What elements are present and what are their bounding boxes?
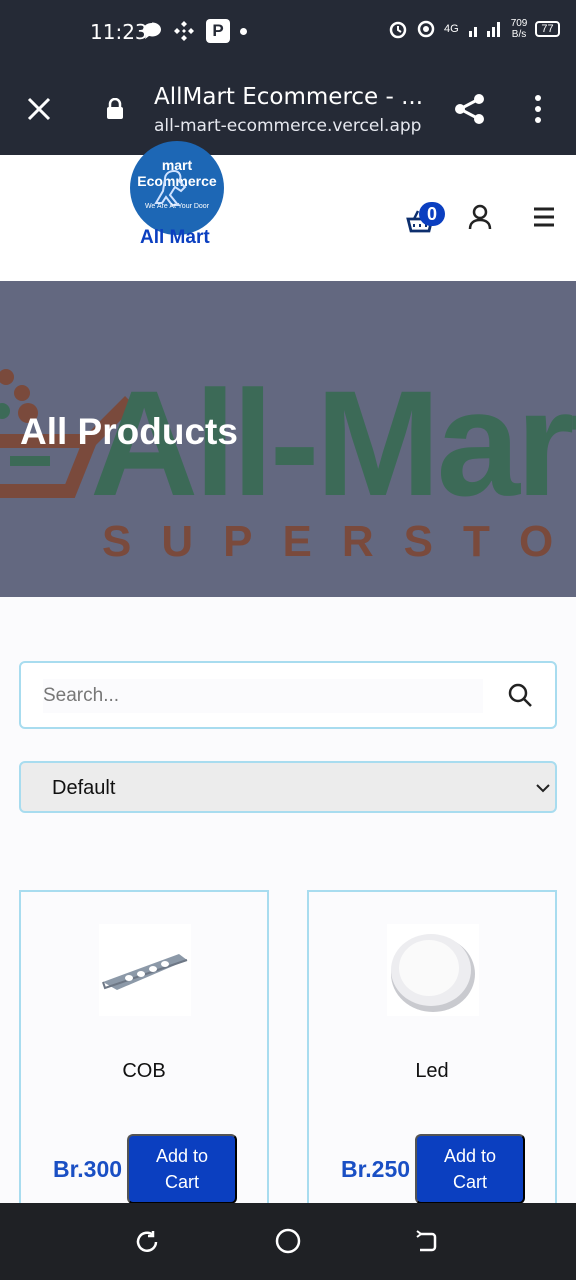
more-vert-icon[interactable]: [528, 94, 548, 124]
signal-icon: [468, 22, 500, 37]
share-icon[interactable]: [453, 92, 487, 126]
hero-banner: All-Mart SUPERSTORE All Products: [0, 281, 576, 597]
led-panel-light-image: [391, 934, 475, 1012]
status-bar: 11:23 P 4G 709 B/s 77: [0, 0, 576, 64]
page-heading: All Products: [20, 411, 238, 452]
site-logo[interactable]: mart Ecommerce We Are At Your Door All M…: [128, 141, 226, 275]
product-image[interactable]: [387, 924, 479, 1016]
sort-selected-value: Default: [52, 777, 116, 799]
user-icon[interactable]: [468, 204, 492, 230]
courier-figure-icon: [154, 169, 187, 206]
hero-background-subtext: SUPERSTORE: [102, 517, 576, 566]
system-navigation-bar: [0, 1203, 576, 1280]
browser-toolbar: AllMart Ecommerce - ... all-mart-ecommer…: [0, 64, 576, 155]
url-text[interactable]: all-mart-ecommerce.vercel.app: [154, 116, 421, 136]
hotspot-icon: [417, 20, 435, 38]
system-icons: 4G 709 B/s 77: [388, 18, 560, 40]
site-header: mart Ecommerce We Are At Your Door All M…: [0, 141, 576, 281]
network-type: 4G: [444, 23, 459, 35]
search-icon[interactable]: [507, 682, 533, 708]
page-title: AllMart Ecommerce - ...: [154, 84, 424, 110]
hamburger-menu-icon[interactable]: [532, 206, 556, 228]
product-name[interactable]: COB: [21, 1060, 267, 1083]
recents-icon[interactable]: [134, 1229, 160, 1255]
close-icon[interactable]: [24, 94, 54, 124]
add-to-cart-button[interactable]: Add to Cart: [127, 1134, 237, 1204]
add-to-cart-button[interactable]: Add to Cart: [415, 1134, 525, 1204]
product-name[interactable]: Led: [309, 1060, 555, 1083]
lock-icon: [107, 98, 123, 119]
clock: 11:23: [90, 20, 148, 44]
search-box: [19, 661, 557, 729]
home-icon[interactable]: [274, 1227, 302, 1255]
back-icon[interactable]: [414, 1229, 440, 1255]
notification-icons: P: [142, 19, 247, 43]
product-card[interactable]: Led Br.250 Add to Cart: [307, 890, 557, 1220]
logo-name: All Mart: [140, 227, 210, 248]
product-card[interactable]: COB Br.300 Add to Cart: [19, 890, 269, 1220]
sort-select[interactable]: Default: [19, 761, 557, 813]
battery-icon: 77: [535, 21, 560, 37]
logo-emblem: mart Ecommerce We Are At Your Door: [130, 141, 224, 235]
network-speed: 709 B/s: [510, 18, 528, 40]
product-price: Br.300: [53, 1156, 123, 1182]
alarm-icon: [389, 21, 407, 39]
product-image[interactable]: [99, 924, 191, 1016]
product-price: Br.250: [341, 1156, 411, 1182]
chevron-down-icon: [536, 784, 550, 793]
parking-app-icon: P: [206, 19, 230, 43]
search-input[interactable]: [43, 679, 483, 713]
cob-street-light-image: [102, 954, 188, 990]
more-notifications-icon: [240, 27, 247, 35]
cart-count-badge: 0: [419, 202, 445, 226]
binance-icon: [174, 21, 194, 41]
chat-bubble-icon: [143, 22, 161, 39]
